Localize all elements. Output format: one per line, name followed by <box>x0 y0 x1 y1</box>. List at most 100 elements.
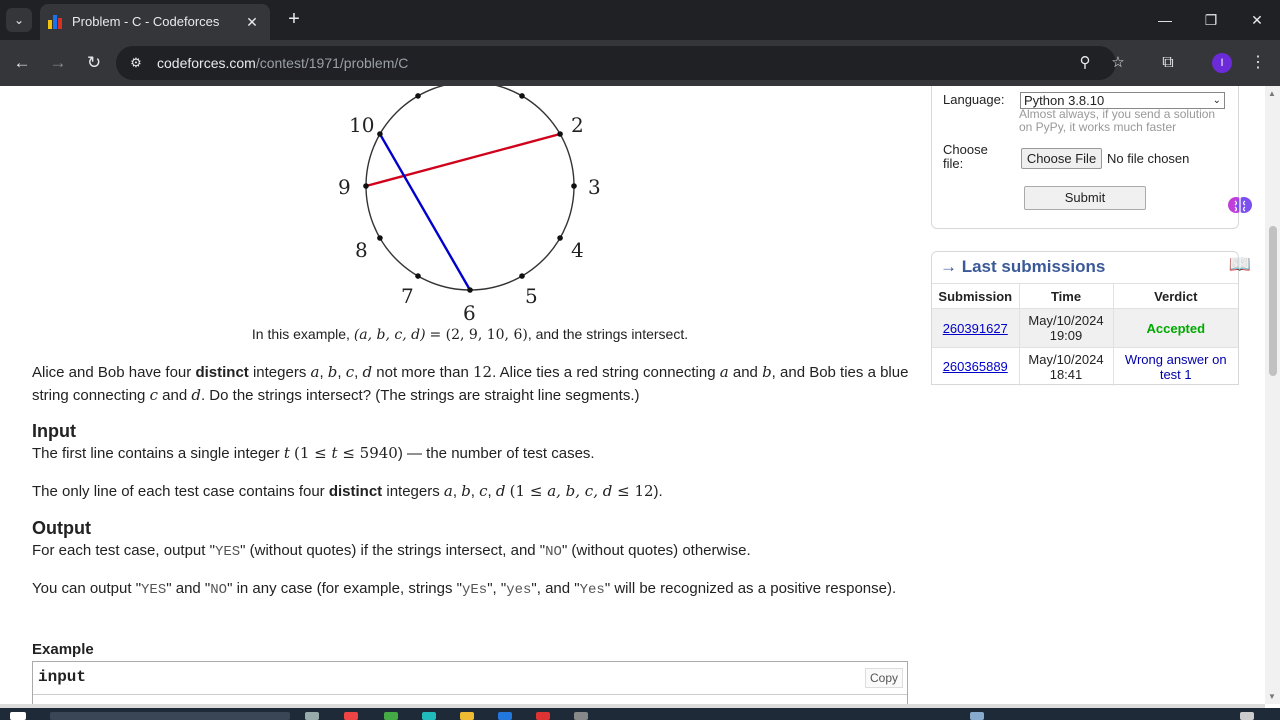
label-10: 10 <box>349 113 374 137</box>
minimize-icon[interactable]: — <box>1150 8 1180 32</box>
forward-icon[interactable]: → <box>46 51 70 75</box>
clock-point <box>519 273 525 279</box>
scroll-thumb[interactable] <box>1269 226 1277 376</box>
clock-point <box>363 183 369 189</box>
clock-point <box>415 273 421 279</box>
clock-point <box>377 235 383 241</box>
url-text[interactable]: codeforces.com/contest/1971/problem/C <box>157 55 408 71</box>
clock-circle <box>365 86 575 291</box>
taskbar-app-icon[interactable] <box>422 712 436 720</box>
label-8: 8 <box>355 238 368 262</box>
output-paragraph-2: You can output "YES" and "NO" in any cas… <box>32 580 897 598</box>
column-header: Submission <box>932 283 1020 309</box>
example-box: input Copy <box>32 661 908 704</box>
address-bar[interactable]: ⚙ codeforces.com/contest/1971/problem/C … <box>116 46 1125 80</box>
last-submissions-title: → Last submissions <box>940 257 1106 276</box>
taskbar-app-icon[interactable] <box>344 712 358 720</box>
table-header-row: Submission Time Verdict <box>932 283 1238 309</box>
extensions-icon[interactable]: ⧉ <box>1156 51 1180 75</box>
tab-search-icon[interactable]: ⌄ <box>6 8 32 32</box>
label-4: 4 <box>571 238 584 262</box>
label-6: 6 <box>463 301 476 322</box>
input-paragraph-2: The only line of each test case contains… <box>32 482 663 500</box>
taskbar-search-icon[interactable] <box>50 712 290 720</box>
submission-id-link[interactable]: 260365889 <box>932 347 1020 386</box>
taskbar-app-icon[interactable] <box>384 712 398 720</box>
more-menu-icon[interactable]: ⋮ <box>1246 51 1270 75</box>
verdict-accepted[interactable]: Accepted <box>1113 308 1238 348</box>
choose-file-button[interactable]: Choose File <box>1021 148 1102 169</box>
example-divider <box>33 694 907 695</box>
reader-mode-icon[interactable]: 📖 <box>1224 248 1256 280</box>
circle-figure: 10 2 9 3 8 4 7 5 6 <box>338 86 601 322</box>
clock-point <box>415 93 421 99</box>
profile-avatar[interactable]: I <box>1212 53 1232 73</box>
brain-extension-icon[interactable] <box>1224 192 1256 224</box>
submission-id-link[interactable]: 260391627 <box>932 308 1020 348</box>
site-info-icon[interactable]: ⚙ <box>124 51 148 75</box>
os-taskbar <box>0 708 1280 720</box>
output-paragraph-1: For each test case, output "YES" (withou… <box>32 542 751 560</box>
taskbar-app-icon[interactable] <box>460 712 474 720</box>
figure-caption: In this example, (a, b, c, d) = (2, 9, 1… <box>251 326 689 343</box>
label-2: 2 <box>571 113 584 137</box>
choose-file-label: Choose file: <box>943 142 988 171</box>
submission-time: May/10/2024 18:41 <box>1019 347 1114 386</box>
tab-strip: ⌄ Problem - C - Codeforces ✕ + — ❐ ✕ <box>0 0 1280 40</box>
column-header: Verdict <box>1113 283 1238 309</box>
bookmark-star-icon[interactable]: ☆ <box>1106 51 1130 75</box>
zoom-icon[interactable]: ⚲ <box>1073 51 1097 75</box>
label-5: 5 <box>525 284 538 308</box>
table-row: 260391627 May/10/2024 19:09 Accepted <box>932 308 1238 348</box>
label-3: 3 <box>588 175 601 199</box>
column-header: Time <box>1019 283 1114 309</box>
clock-point <box>519 93 525 99</box>
clock-point <box>571 183 577 189</box>
submission-time: May/10/2024 19:09 <box>1019 308 1114 348</box>
back-icon[interactable]: ← <box>10 51 34 75</box>
taskbar-app-icon[interactable] <box>536 712 550 720</box>
verdict-wrong-answer[interactable]: Wrong answer on test 1 <box>1113 347 1238 386</box>
clock-point <box>377 131 383 137</box>
notification-icon[interactable] <box>1240 712 1254 720</box>
restore-icon[interactable]: ❐ <box>1196 8 1226 32</box>
submit-button[interactable]: Submit <box>1024 186 1146 210</box>
browser-toolbar: ← → ↻ ⚙ codeforces.com/contest/1971/prob… <box>0 40 1280 86</box>
table-row: 260365889 May/10/2024 18:41 Wrong answer … <box>932 347 1238 386</box>
taskbar-app-icon[interactable] <box>574 712 588 720</box>
output-section-title: Output <box>32 518 91 538</box>
page-viewport: 10 2 9 3 8 4 7 5 6 In this example, (a, … <box>0 86 1265 704</box>
clock-points <box>363 93 577 293</box>
blue-string <box>378 133 472 291</box>
tab-codeforces[interactable]: Problem - C - Codeforces ✕ <box>40 4 270 40</box>
reload-icon[interactable]: ↻ <box>82 51 106 75</box>
input-paragraph-1: The first line contains a single integer… <box>32 444 595 462</box>
clock-point <box>467 287 473 293</box>
chevron-down-icon: ⌄ <box>1212 95 1221 106</box>
tray-icon[interactable] <box>970 712 984 720</box>
label-7: 7 <box>401 284 414 308</box>
tab-title: Problem - C - Codeforces <box>72 14 220 29</box>
example-input-label: input <box>38 668 87 686</box>
vertical-scrollbar[interactable]: ▲ ▼ <box>1265 86 1280 704</box>
new-tab-icon[interactable]: + <box>282 8 306 32</box>
close-window-icon[interactable]: ✕ <box>1242 8 1272 32</box>
submissions-table: Submission Time Verdict 260391627 May/10… <box>932 283 1238 386</box>
no-file-text: No file chosen <box>1107 151 1190 166</box>
clock-point <box>557 131 563 137</box>
clock-point <box>557 235 563 241</box>
label-9: 9 <box>338 175 351 199</box>
language-hint: Almost always, if you send a solution on… <box>1019 107 1216 134</box>
close-tab-icon[interactable]: ✕ <box>242 12 262 32</box>
copy-button[interactable]: Copy <box>865 668 903 688</box>
language-label: Language: <box>943 92 1005 107</box>
taskbar-app-icon[interactable] <box>305 712 319 720</box>
example-title: Example <box>32 641 94 658</box>
scroll-down-icon[interactable]: ▼ <box>1268 692 1276 701</box>
codeforces-favicon-icon <box>48 15 62 29</box>
taskbar-app-icon[interactable] <box>498 712 512 720</box>
scroll-up-icon[interactable]: ▲ <box>1268 89 1276 98</box>
input-section-title: Input <box>32 421 76 441</box>
start-icon[interactable] <box>10 712 26 720</box>
statement-paragraph: Alice and Bob have four distinct integer… <box>32 363 909 404</box>
